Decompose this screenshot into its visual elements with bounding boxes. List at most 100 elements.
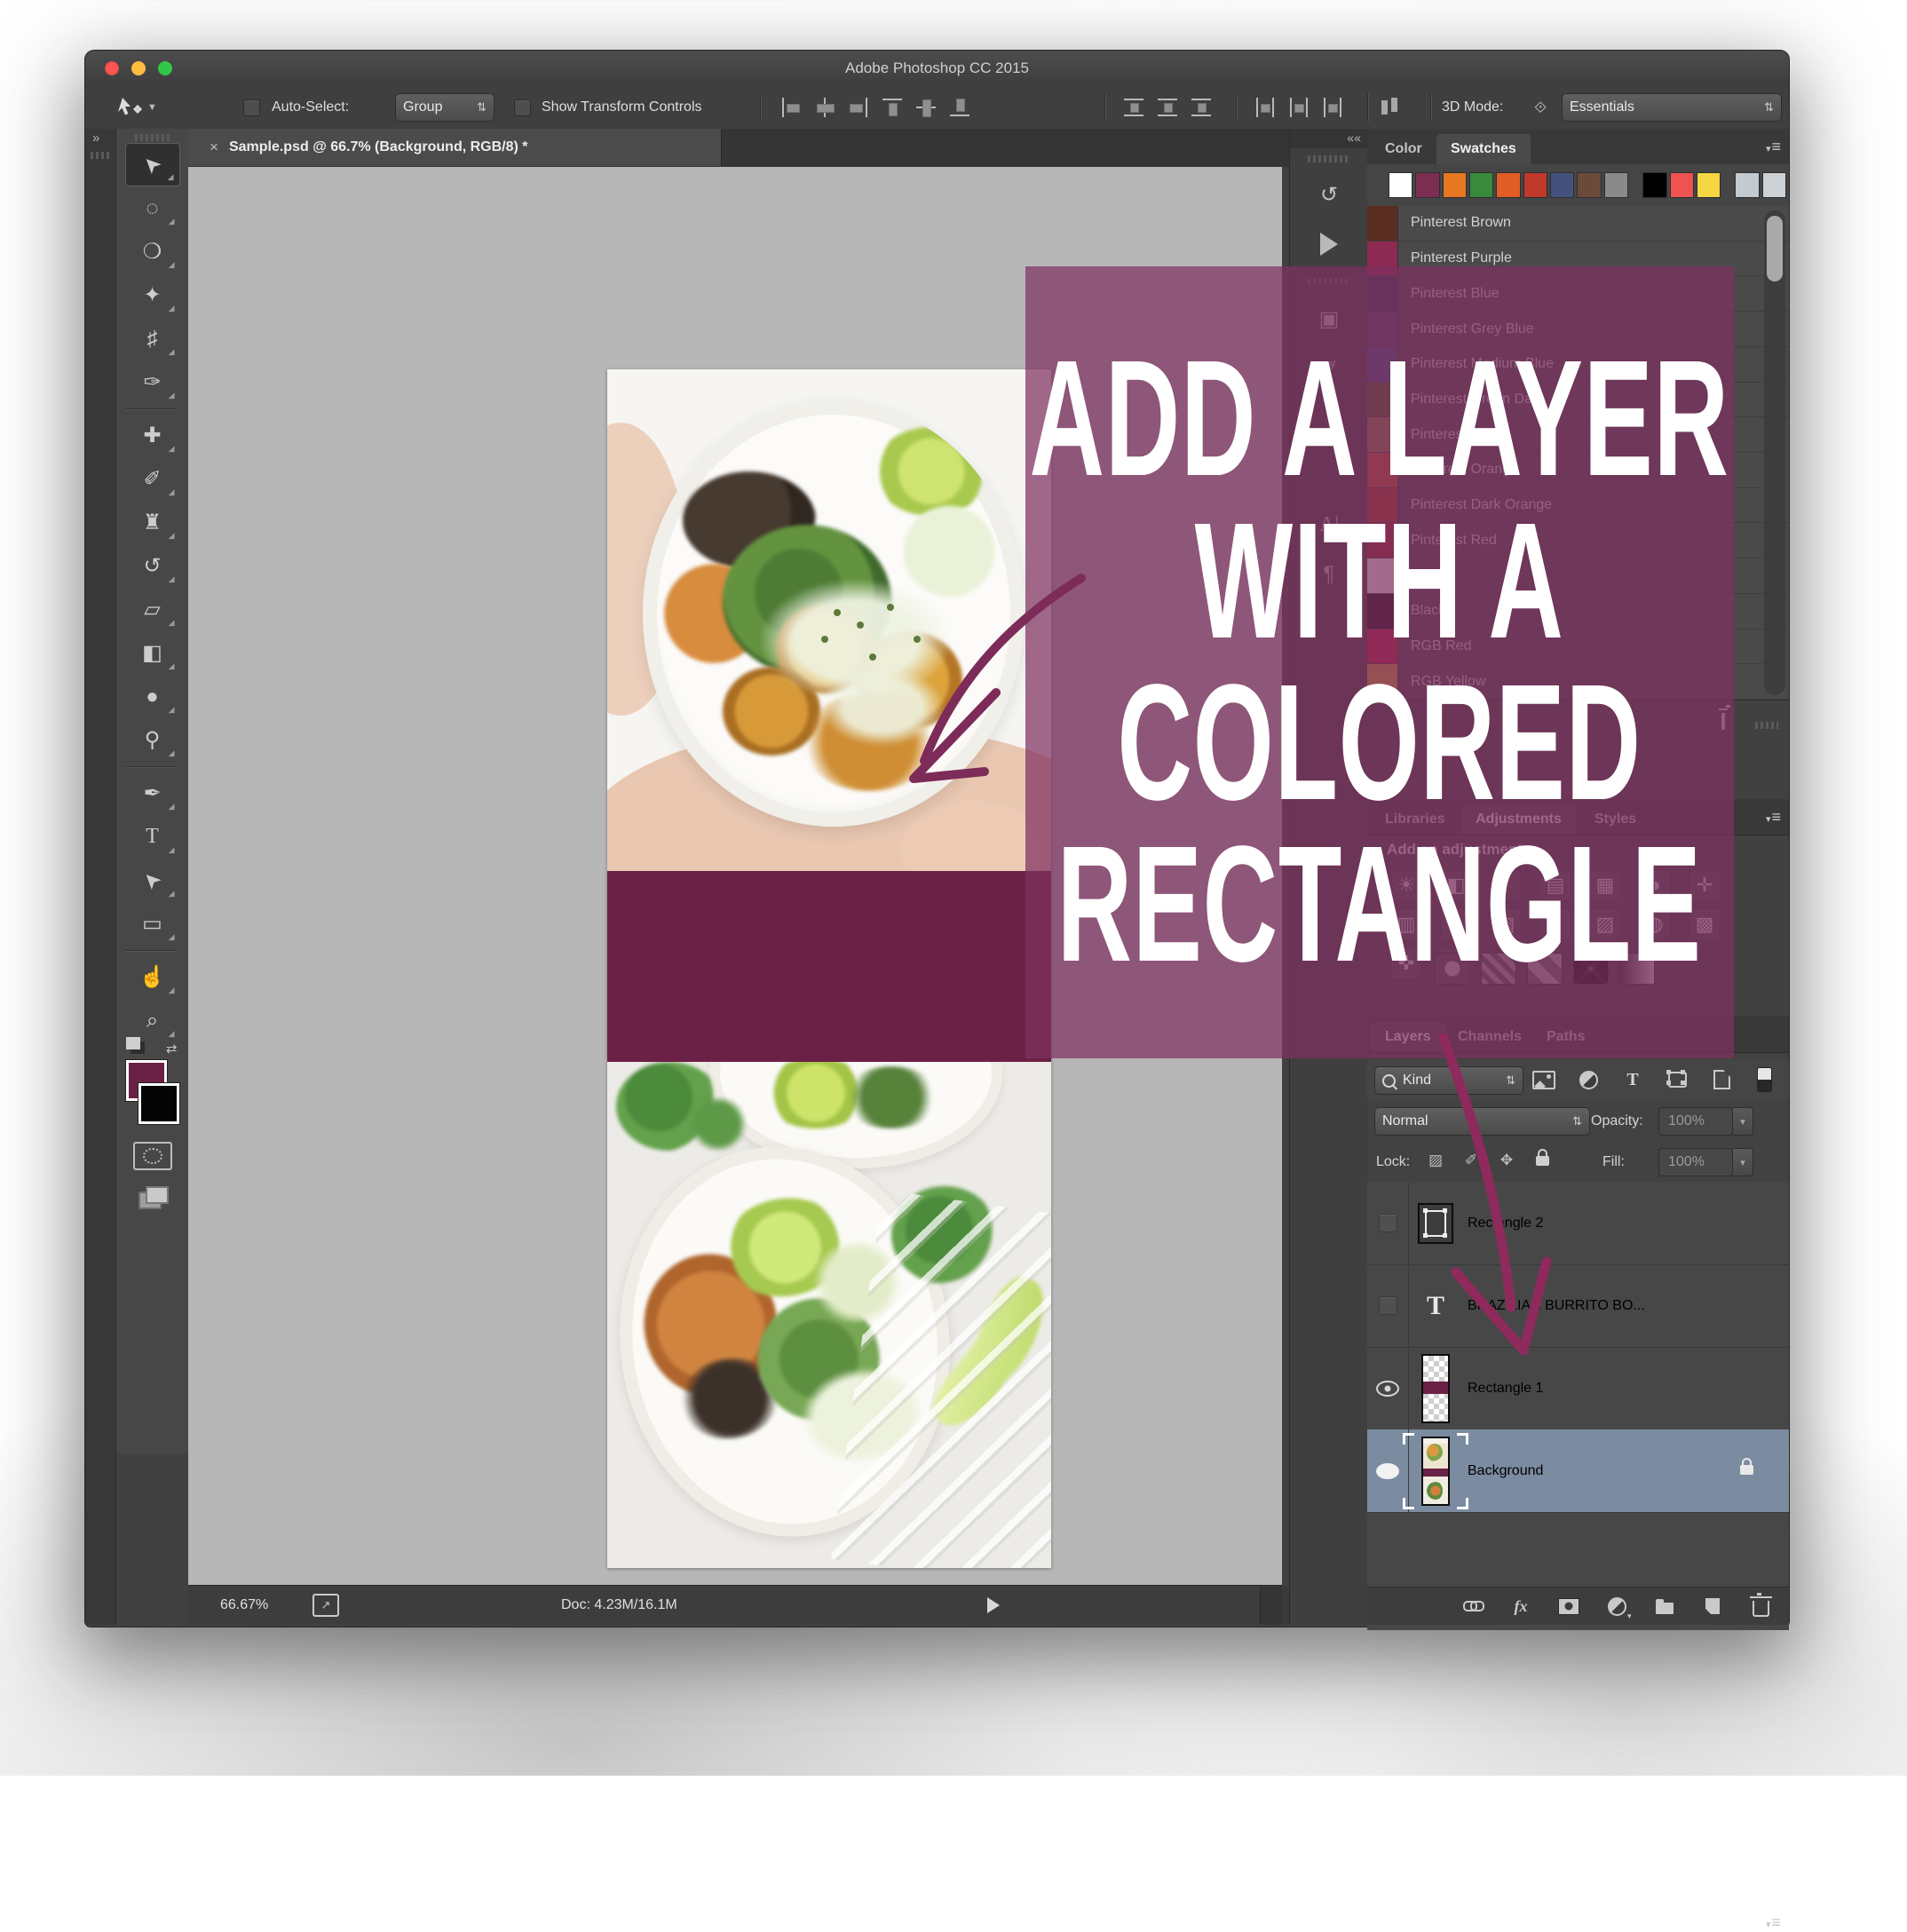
adjustment-icon[interactable]: ▦ [1589, 869, 1621, 901]
mini-swatch[interactable] [1496, 172, 1520, 198]
show-transform-checkbox[interactable] [514, 86, 531, 129]
layer-row-rectangle-2[interactable]: Rectangle 2 [1367, 1182, 1789, 1265]
adjustment-icon[interactable]: ◐ [1490, 869, 1522, 901]
swatch-row[interactable]: RGB Yellow [1367, 664, 1789, 700]
collapse-panels-icon[interactable]: «« [1290, 129, 1368, 148]
swatch-scrollbar[interactable] [1764, 210, 1785, 695]
tool-type[interactable]: T◢ [125, 815, 180, 859]
swatch-row[interactable]: Pinterest Green Dark [1367, 383, 1789, 418]
adjustment-icon[interactable]: ◧ [1440, 869, 1472, 901]
tool-move[interactable]: ➤◢ [125, 143, 180, 186]
layer-filter-kind-dropdown[interactable]: Kind⇅ [1374, 1066, 1523, 1095]
auto-select-dropdown[interactable]: Group⇅ [395, 86, 495, 129]
swatch-row[interactable]: Pinterest Red [1367, 523, 1789, 558]
layer-visibility-empty[interactable] [1367, 1264, 1409, 1347]
mini-swatch[interactable] [1697, 172, 1721, 198]
share-icon[interactable]: ↗ [313, 1586, 339, 1625]
tool-marquee[interactable]: ◌◢ [125, 186, 180, 230]
swatch-row[interactable]: Pinterest Purple [1367, 242, 1789, 277]
swatch-scrollbar-thumb[interactable] [1767, 216, 1783, 281]
lock-all-icon[interactable] [1529, 1148, 1555, 1173]
align-aB-icon[interactable] [948, 96, 971, 119]
mini-swatch[interactable] [1523, 172, 1547, 198]
opacity-dropdown-icon[interactable]: ▾ [1733, 1107, 1753, 1136]
adjustment-icon[interactable]: ▧ [1490, 908, 1522, 940]
tool-blur[interactable]: ●◢ [125, 675, 180, 718]
mini-swatch[interactable] [1443, 172, 1467, 198]
tool-shape[interactable]: ▭◢ [125, 902, 180, 946]
auto-select-checkbox[interactable] [243, 86, 260, 129]
character-panel-icon[interactable]: A| [1290, 500, 1368, 550]
tool-dodge[interactable]: ⚲◢ [125, 718, 180, 762]
fill-dropdown-icon[interactable]: ▾ [1733, 1148, 1753, 1176]
fill-value[interactable]: 100% [1658, 1148, 1733, 1176]
canvas[interactable] [188, 167, 1282, 1586]
mini-swatch[interactable] [1469, 172, 1493, 198]
style-preset-button[interactable] [1619, 953, 1655, 985]
adjustments-panel-menu-icon[interactable]: ≡ [1766, 808, 1780, 827]
mini-swatch[interactable] [1762, 172, 1786, 198]
tool-brush[interactable]: ✐◢ [125, 457, 180, 501]
fx-icon[interactable]: fx [1508, 1594, 1533, 1619]
tool-history-brush[interactable]: ↺◢ [125, 544, 180, 588]
tool-hand[interactable]: ☝◢ [125, 955, 180, 999]
align-dV-icon[interactable] [1321, 96, 1344, 119]
move-tool-options-icon[interactable]: ▼ [115, 86, 157, 129]
mini-swatch[interactable] [1415, 172, 1439, 198]
swatch-row[interactable]: Black [1367, 594, 1789, 629]
swatch-row[interactable]: Pinterest Green [1367, 417, 1789, 453]
tool-magic-wand[interactable]: ✦◢ [125, 273, 180, 317]
quick-mask-button[interactable] [133, 1142, 172, 1170]
lock-transparency-icon[interactable]: ▨ [1422, 1148, 1449, 1173]
tab-paths[interactable]: Paths [1532, 1022, 1600, 1052]
mini-swatch[interactable] [1577, 172, 1601, 198]
swap-colors-icon[interactable]: ⇄ [166, 1041, 178, 1057]
adjustment-icon[interactable]: ▨ [1589, 908, 1621, 940]
adjustment-icon[interactable]: ✜ [1390, 947, 1422, 979]
swatches-panel-menu-icon[interactable]: ≡ [1766, 138, 1780, 156]
layer-filter-toggle[interactable] [1749, 1066, 1779, 1093]
adjustment-icon[interactable]: ✛ [1689, 869, 1721, 901]
tab-libraries[interactable]: Libraries [1371, 804, 1460, 835]
swatch-row[interactable]: Pinterest Dark Orange [1367, 488, 1789, 524]
filter-adjustment-layers-icon[interactable] [1573, 1066, 1603, 1093]
tab-styles[interactable]: Styles [1580, 804, 1650, 835]
layer-thumbnail[interactable] [1409, 1203, 1462, 1244]
mask-icon[interactable] [1556, 1594, 1581, 1619]
tool-lasso[interactable]: ❍◢ [125, 230, 180, 273]
swatch-row[interactable]: White [1367, 558, 1789, 594]
style-preset-button[interactable] [1435, 953, 1470, 985]
align-aT-icon[interactable] [881, 96, 904, 119]
tab-channels[interactable]: Channels [1444, 1022, 1536, 1052]
rectangle1-canvas-shape[interactable] [607, 871, 1051, 1062]
layer-visibility-eye-icon[interactable] [1367, 1347, 1409, 1429]
status-options-icon[interactable] [987, 1586, 1000, 1625]
foreground-background-colors[interactable]: ⇄ [124, 1048, 181, 1126]
mini-swatch[interactable] [1550, 172, 1574, 198]
adjustment-icon[interactable]: ▥ [1390, 908, 1422, 940]
layer-row-rectangle-1[interactable]: Rectangle 1 [1367, 1347, 1789, 1430]
layer-thumbnail[interactable] [1409, 1437, 1462, 1506]
paragraph-panel-icon[interactable]: ¶ [1290, 550, 1368, 599]
background-color-swatch[interactable] [138, 1083, 179, 1124]
swatch-row[interactable]: RGB Red [1367, 629, 1789, 665]
tool-eraser[interactable]: ▱◢ [125, 588, 180, 631]
tool-path-select[interactable]: ➤◢ [125, 859, 180, 902]
tool-gradient[interactable]: ◧◢ [125, 631, 180, 675]
tool-zoom[interactable]: ⌕◢ [125, 999, 180, 1042]
tool-clone-stamp[interactable]: ♜◢ [125, 501, 180, 544]
document-tab[interactable]: × Sample.psd @ 66.7% (Background, RGB/8)… [188, 129, 722, 166]
artboard[interactable] [607, 369, 1051, 1568]
layer-row-background[interactable]: Background [1367, 1429, 1789, 1513]
align-dH-icon[interactable] [1156, 96, 1179, 119]
mini-swatch[interactable] [1389, 172, 1412, 198]
filter-type-layers-icon[interactable]: T [1618, 1066, 1648, 1093]
tool-eyedropper[interactable]: ✑◢ [125, 360, 180, 404]
layer-thumbnail[interactable] [1409, 1354, 1462, 1423]
tool-pen[interactable]: ✒◢ [125, 772, 180, 815]
swatch-row[interactable]: Pinterest Brown [1367, 206, 1789, 242]
filter-shape-layers-icon[interactable] [1662, 1066, 1692, 1093]
adjustment-icon[interactable]: ☀ [1390, 869, 1422, 901]
adjust-icon[interactable] [1604, 1594, 1629, 1619]
adjustment-icon[interactable]: ▤ [1539, 869, 1571, 901]
